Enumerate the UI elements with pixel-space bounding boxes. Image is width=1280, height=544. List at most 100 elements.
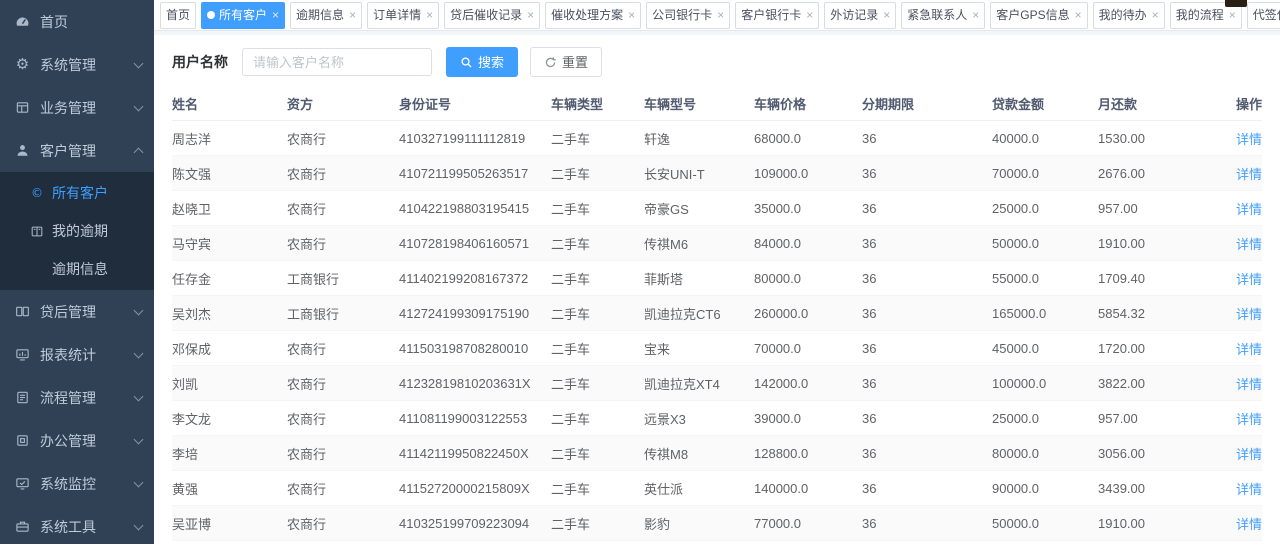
table-cell: 410325199709223094 [399,506,551,541]
tab-company-bank-card[interactable]: 公司银行卡 × [646,2,730,29]
tab-home[interactable]: 首页 [160,2,196,29]
tab-all-customers[interactable]: 所有客户× [201,2,285,29]
table-cell: 410422198803195415 [399,191,551,226]
table-cell [862,541,992,544]
chart-icon [14,346,31,363]
tab-emergency-contacts[interactable]: 紧急联系人× [901,2,985,29]
tab-label: 公司银行卡 [652,9,712,21]
tab-customer-gps-info[interactable]: 客户GPS信息 × [990,2,1087,29]
table-cell: 84000.0 [754,226,862,261]
detail-link[interactable]: 详情 [1236,447,1262,462]
sidebar-item-label: 业务管理 [40,98,135,118]
table-cell: 远景X3 [644,401,754,436]
sidebar-subitem-all-customers[interactable]: ©所有客户 [0,174,154,212]
sidebar-item-system-tools[interactable]: 系统工具 [0,505,154,544]
table-cell: 25000.0 [992,401,1098,436]
detail-link[interactable]: 详情 [1236,272,1262,287]
sidebar-item-system-monitor[interactable]: 系统监控 [0,462,154,505]
table-cell: 农商行 [287,401,399,436]
close-icon[interactable]: × [806,9,813,21]
detail-link[interactable]: 详情 [1236,342,1262,357]
close-icon[interactable]: × [717,9,724,21]
table-cell: 邓保成 [172,331,287,366]
close-icon[interactable]: × [527,9,534,21]
sidebar-subitem-my-overdue[interactable]: 我的逾期 [0,212,154,250]
tab-customer-bank-card[interactable]: 客户银行卡× [735,2,819,29]
sidebar-item-system-mgmt[interactable]: ⚙系统管理 [0,43,154,86]
close-icon[interactable]: × [1152,9,1159,21]
table-cell: 农商行 [287,436,399,471]
close-icon[interactable]: × [1229,9,1236,21]
table-cell-action: 详情 [1222,506,1262,541]
close-icon[interactable]: × [426,9,433,21]
close-icon[interactable]: × [972,9,979,21]
sidebar-subitem-label: 逾期信息 [52,259,108,279]
tab-label: 催收处理方案 [551,9,623,21]
customer-table: 姓名资方身份证号车辆类型车辆型号车辆价格分期期限贷款金额月还款操作 周志洋农商行… [172,87,1262,544]
search-button[interactable]: 搜索 [446,47,518,77]
detail-link[interactable]: 详情 [1236,237,1262,252]
reset-button[interactable]: 重置 [530,47,602,77]
tab-collection-plan[interactable]: 催收处理方案 × [545,2,641,29]
sidebar-item-postloan-mgmt[interactable]: 贷后管理 [0,290,154,333]
chevron-down-icon [134,520,144,530]
tab-my-todo[interactable]: 我的待办× [1093,2,1165,29]
customer-name-input[interactable] [242,48,432,76]
sidebar-subitem-overdue-info[interactable]: 逾期信息 [0,250,154,288]
detail-link[interactable]: 详情 [1236,307,1262,322]
close-icon[interactable]: × [272,9,279,21]
sidebar-item-business-mgmt[interactable]: 业务管理 [0,86,154,129]
user-icon [14,142,31,159]
table-cell: 80000.0 [992,436,1098,471]
table-cell: 凯迪拉克XT4 [644,366,754,401]
reset-button-label: 重置 [562,56,588,69]
table-cell-action: 详情 [1222,541,1262,544]
tab-label: 客户GPS信息 [996,9,1069,21]
table-cell: 411503198708280010 [399,331,551,366]
sidebar-item-home[interactable]: 首页 [0,0,154,43]
close-icon[interactable]: × [1075,9,1082,21]
detail-link[interactable]: 详情 [1236,167,1262,182]
tab-outvisit-records[interactable]: 外访记录× [824,2,896,29]
table-cell: 957.00 [1098,401,1222,436]
sidebar-item-customer-mgmt[interactable]: 客户管理 [0,129,154,172]
avatar[interactable] [1225,0,1247,7]
detail-link[interactable]: 详情 [1236,132,1262,147]
active-tab-dot-icon [207,11,215,19]
tab-overdue-info[interactable]: 逾期信息× [290,2,362,29]
close-icon[interactable]: × [883,9,890,21]
detail-link[interactable]: 详情 [1236,412,1262,427]
table-cell: 55000.0 [992,261,1098,296]
sidebar-item-label: 办公管理 [40,431,135,451]
detail-link[interactable]: 详情 [1236,482,1262,497]
sidebar-item-report-stats[interactable]: 报表统计 [0,333,154,376]
table-cell: 影豹 [644,506,754,541]
table-cell: 5854.32 [1098,296,1222,331]
tab-order-detail[interactable]: 订单详情× [367,2,439,29]
table-cell: 412724199309175190 [399,296,551,331]
table-cell: 77000.0 [754,506,862,541]
detail-link[interactable]: 详情 [1236,377,1262,392]
table-cell [754,541,862,544]
search-icon [460,56,473,69]
table-cell: 吴刘杰 [172,296,287,331]
app-window: 首页⚙系统管理业务管理客户管理©所有客户我的逾期逾期信息贷后管理报表统计流程管理… [0,0,1280,544]
column-header: 身份证号 [399,87,551,121]
table-row: 马守宾农商行410728198406160571二手车传祺M684000.036… [172,226,1262,261]
table-row: 陈文强农商行410721199505263517二手车长安UNI-T109000… [172,156,1262,191]
detail-link[interactable]: 详情 [1236,517,1262,532]
table-cell: 1910.00 [1098,506,1222,541]
table-cell: 二手车 [551,156,644,191]
table-cell: 411402199208167372 [399,261,551,296]
table-cell: 100000.0 [992,366,1098,401]
sidebar-item-process-mgmt[interactable]: 流程管理 [0,376,154,419]
close-icon[interactable]: × [349,9,356,21]
detail-link[interactable]: 详情 [1236,202,1262,217]
close-icon[interactable]: × [628,9,635,21]
table-cell-action: 详情 [1222,331,1262,366]
sidebar-item-office-mgmt[interactable]: 办公管理 [0,419,154,462]
table-row: 周志洋农商行410327199111112819二手车轩逸68000.03640… [172,121,1262,156]
tab-postloan-collection-records[interactable]: 贷后催收记录× [444,2,540,29]
tab-delegate-sign-tasks[interactable]: 代签任务× [1247,2,1280,29]
search-form: 用户名称 搜索 [154,35,1280,87]
